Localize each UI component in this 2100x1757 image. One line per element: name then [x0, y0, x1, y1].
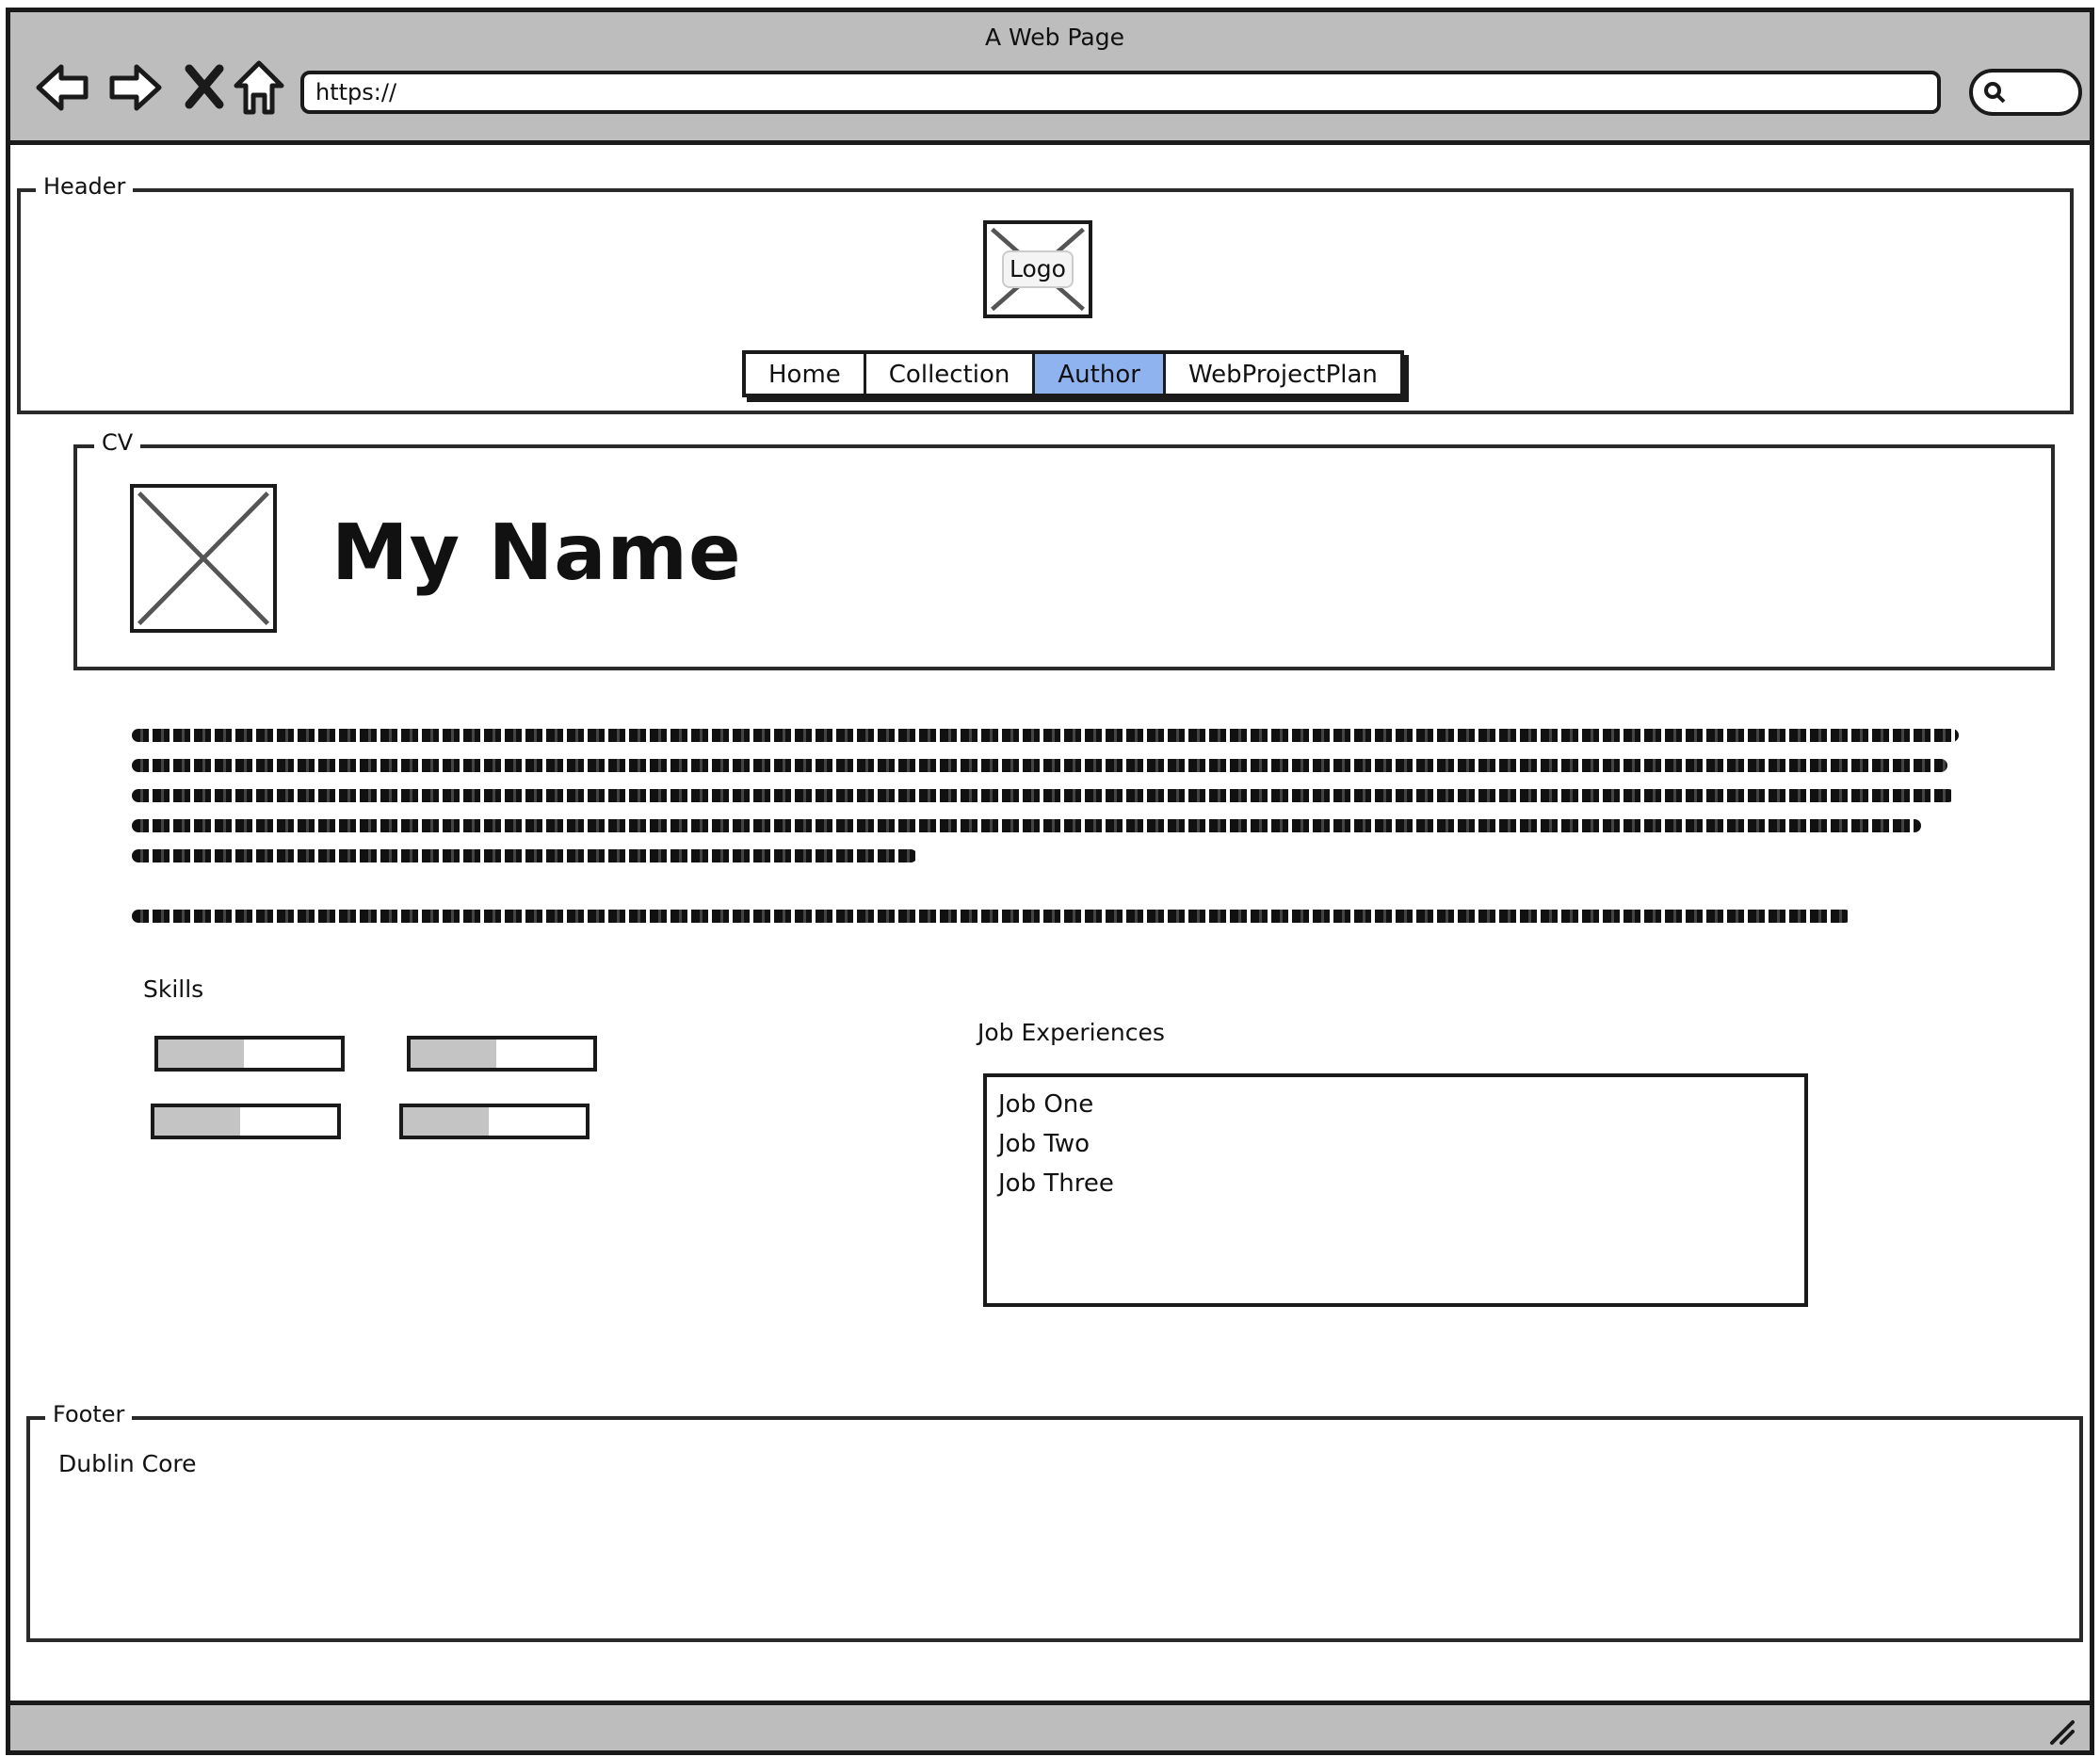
list-item-job-two[interactable]: Job Two [998, 1124, 1793, 1164]
bio-paragraph [132, 729, 1963, 870]
tab-home[interactable]: Home [746, 354, 866, 394]
skill-bar [399, 1104, 590, 1139]
browser-toolbar: A Web Page https:// [6, 8, 2094, 145]
cv-legend: CV [94, 429, 141, 456]
header-legend: Header [36, 173, 134, 200]
profile-image [130, 484, 277, 633]
skill-bar-fill [154, 1107, 241, 1136]
stop-icon[interactable] [176, 57, 236, 118]
cv-name: My Name [331, 508, 742, 598]
bio-paragraph-2 [132, 910, 1851, 923]
home-icon[interactable] [229, 57, 289, 118]
footer-group [26, 1416, 2083, 1642]
job-list: Job One Job Two Job Three [983, 1073, 1808, 1307]
resize-grip-icon[interactable] [2048, 1718, 2076, 1747]
scribble-line [132, 759, 1947, 772]
tab-collection[interactable]: Collection [865, 354, 1036, 394]
forward-icon[interactable] [105, 57, 165, 118]
footer-text: Dublin Core [58, 1450, 197, 1477]
url-input[interactable]: https:// [300, 71, 1941, 114]
scribble-line [132, 729, 1959, 742]
scribble-line [132, 789, 1955, 802]
search-icon [1982, 80, 2007, 105]
skill-bar [151, 1104, 341, 1139]
main-nav: Home Collection Author WebProjectPlan [742, 350, 1404, 397]
logo-label: Logo [1002, 250, 1074, 288]
job-experiences-label: Job Experiences [977, 1019, 1165, 1046]
list-item-job-one[interactable]: Job One [998, 1085, 1793, 1124]
skill-bar-fill [411, 1040, 497, 1068]
list-item-job-three[interactable]: Job Three [998, 1164, 1793, 1203]
status-bar [6, 1701, 2094, 1755]
tab-webprojectplan[interactable]: WebProjectPlan [1165, 354, 1400, 394]
footer-legend: Footer [45, 1401, 133, 1427]
skill-bar-fill [158, 1040, 245, 1068]
back-icon[interactable] [33, 57, 93, 118]
scribble-line [132, 819, 1921, 832]
scribble-line [132, 849, 917, 862]
window-title: A Web Page [984, 24, 1125, 51]
skill-bar [407, 1036, 597, 1072]
skills-label: Skills [143, 975, 204, 1003]
skill-bar-fill [403, 1107, 490, 1136]
search-box[interactable] [1969, 69, 2082, 116]
tab-author[interactable]: Author [1035, 354, 1166, 394]
skill-bar [154, 1036, 345, 1072]
